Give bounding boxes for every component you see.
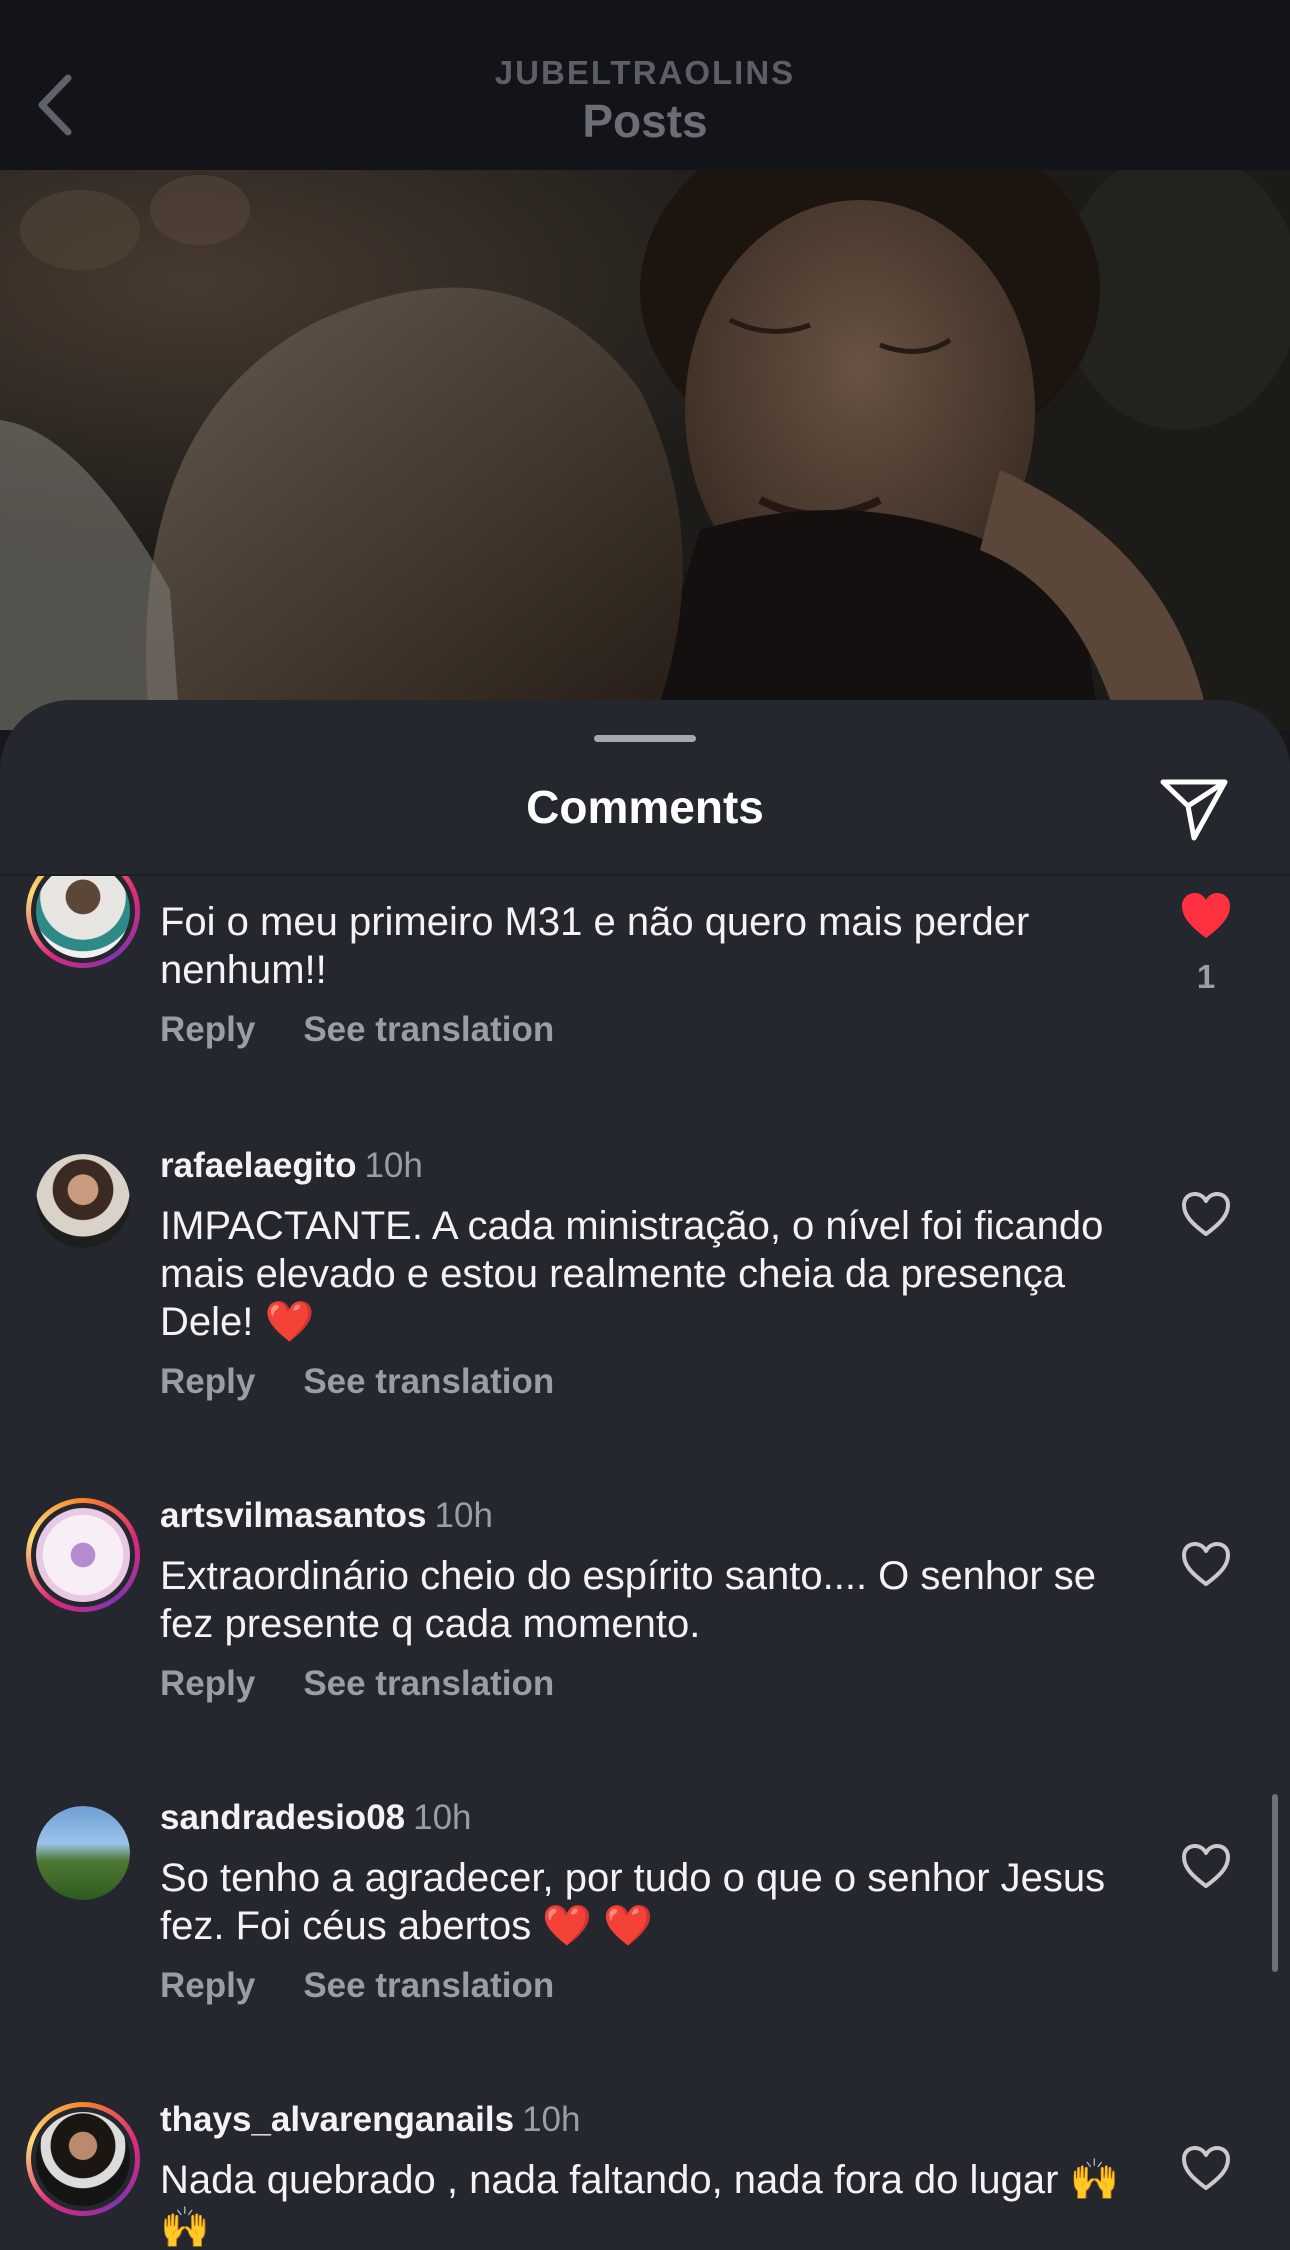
heart-filled-icon[interactable] bbox=[1180, 892, 1232, 940]
comment-username[interactable]: thays_alvarenganails bbox=[160, 2100, 514, 2139]
comment-meta: rafaelaegito 10h bbox=[160, 1146, 423, 1186]
comment-time: 10h bbox=[413, 1798, 472, 1837]
comment-meta: thays_alvarenganails 10h bbox=[160, 2100, 581, 2140]
comment-text: Extraordinário cheio do espírito santo..… bbox=[160, 1554, 1097, 1646]
post-image bbox=[0, 170, 1290, 730]
reply-button[interactable]: Reply bbox=[160, 1664, 255, 1704]
comment-actions: Reply See translation bbox=[160, 1664, 602, 1704]
see-translation-button[interactable]: See translation bbox=[303, 1010, 554, 1050]
comment-username[interactable]: artsvilmasantos bbox=[160, 1496, 427, 1535]
comment-actions: Reply See translation bbox=[160, 1362, 602, 1402]
reply-button[interactable]: Reply bbox=[160, 1362, 255, 1402]
comment-time: 10h bbox=[364, 1146, 423, 1185]
comment-meta: andreberlinns 10h bbox=[160, 876, 458, 882]
avatar[interactable] bbox=[36, 1154, 130, 1248]
sheet-title: Comments bbox=[526, 781, 764, 833]
avatar[interactable] bbox=[26, 876, 140, 968]
account-name: JUBELTRAOLINS bbox=[494, 54, 796, 91]
heart-outline-icon[interactable] bbox=[1180, 1842, 1232, 1890]
comment-actions: Reply See translation bbox=[160, 1010, 602, 1050]
comments-list[interactable]: andreberlinns 10h Foi o meu primeiro M31 … bbox=[0, 876, 1290, 2250]
heart-outline-icon[interactable] bbox=[1180, 1540, 1232, 1588]
comment-username[interactable]: sandradesio08 bbox=[160, 1798, 405, 1837]
avatar[interactable] bbox=[26, 2102, 140, 2216]
scrollbar[interactable] bbox=[1272, 1794, 1278, 1972]
paper-plane-icon[interactable] bbox=[1158, 776, 1230, 842]
see-translation-button[interactable]: See translation bbox=[303, 1966, 554, 2006]
comment-username[interactable]: rafaelaegito bbox=[160, 1146, 356, 1185]
comments-sheet: Comments andreberlinns 10h Foi o meu prim… bbox=[0, 700, 1290, 2250]
comment-time: 10h bbox=[434, 1496, 493, 1535]
comment-username[interactable]: andreberlinns bbox=[160, 876, 391, 881]
avatar[interactable] bbox=[26, 1498, 140, 1612]
comment-text: Foi o meu primeiro M31 e não quero mais … bbox=[160, 900, 1030, 992]
comment-actions: Reply See translation bbox=[160, 1966, 602, 2006]
comment-text: IMPACTANTE. A cada ministração, o nível … bbox=[160, 1204, 1104, 1344]
comment-meta: artsvilmasantos 10h bbox=[160, 1496, 493, 1536]
comment-time: 10h bbox=[522, 2100, 581, 2139]
reply-button[interactable]: Reply bbox=[160, 1966, 255, 2006]
page-title: Posts bbox=[582, 95, 708, 147]
like-count: 1 bbox=[1196, 958, 1216, 995]
sheet-grabber[interactable] bbox=[594, 735, 696, 742]
see-translation-button[interactable]: See translation bbox=[303, 1664, 554, 1704]
comment-text: Nada quebrado , nada faltando, nada fora… bbox=[160, 2158, 1120, 2250]
heart-outline-icon[interactable] bbox=[1180, 1190, 1232, 1238]
see-translation-button[interactable]: See translation bbox=[303, 1362, 554, 1402]
comment-meta: sandradesio08 10h bbox=[160, 1798, 472, 1838]
comment-time: 10h bbox=[399, 876, 457, 881]
top-nav-bar: JUBELTRAOLINS Posts bbox=[0, 0, 1290, 170]
avatar[interactable] bbox=[36, 1806, 130, 1900]
comment-text: So tenho a agradecer, por tudo o que o s… bbox=[160, 1856, 1106, 1948]
reply-button[interactable]: Reply bbox=[160, 1010, 255, 1050]
heart-outline-icon[interactable] bbox=[1180, 2144, 1232, 2192]
